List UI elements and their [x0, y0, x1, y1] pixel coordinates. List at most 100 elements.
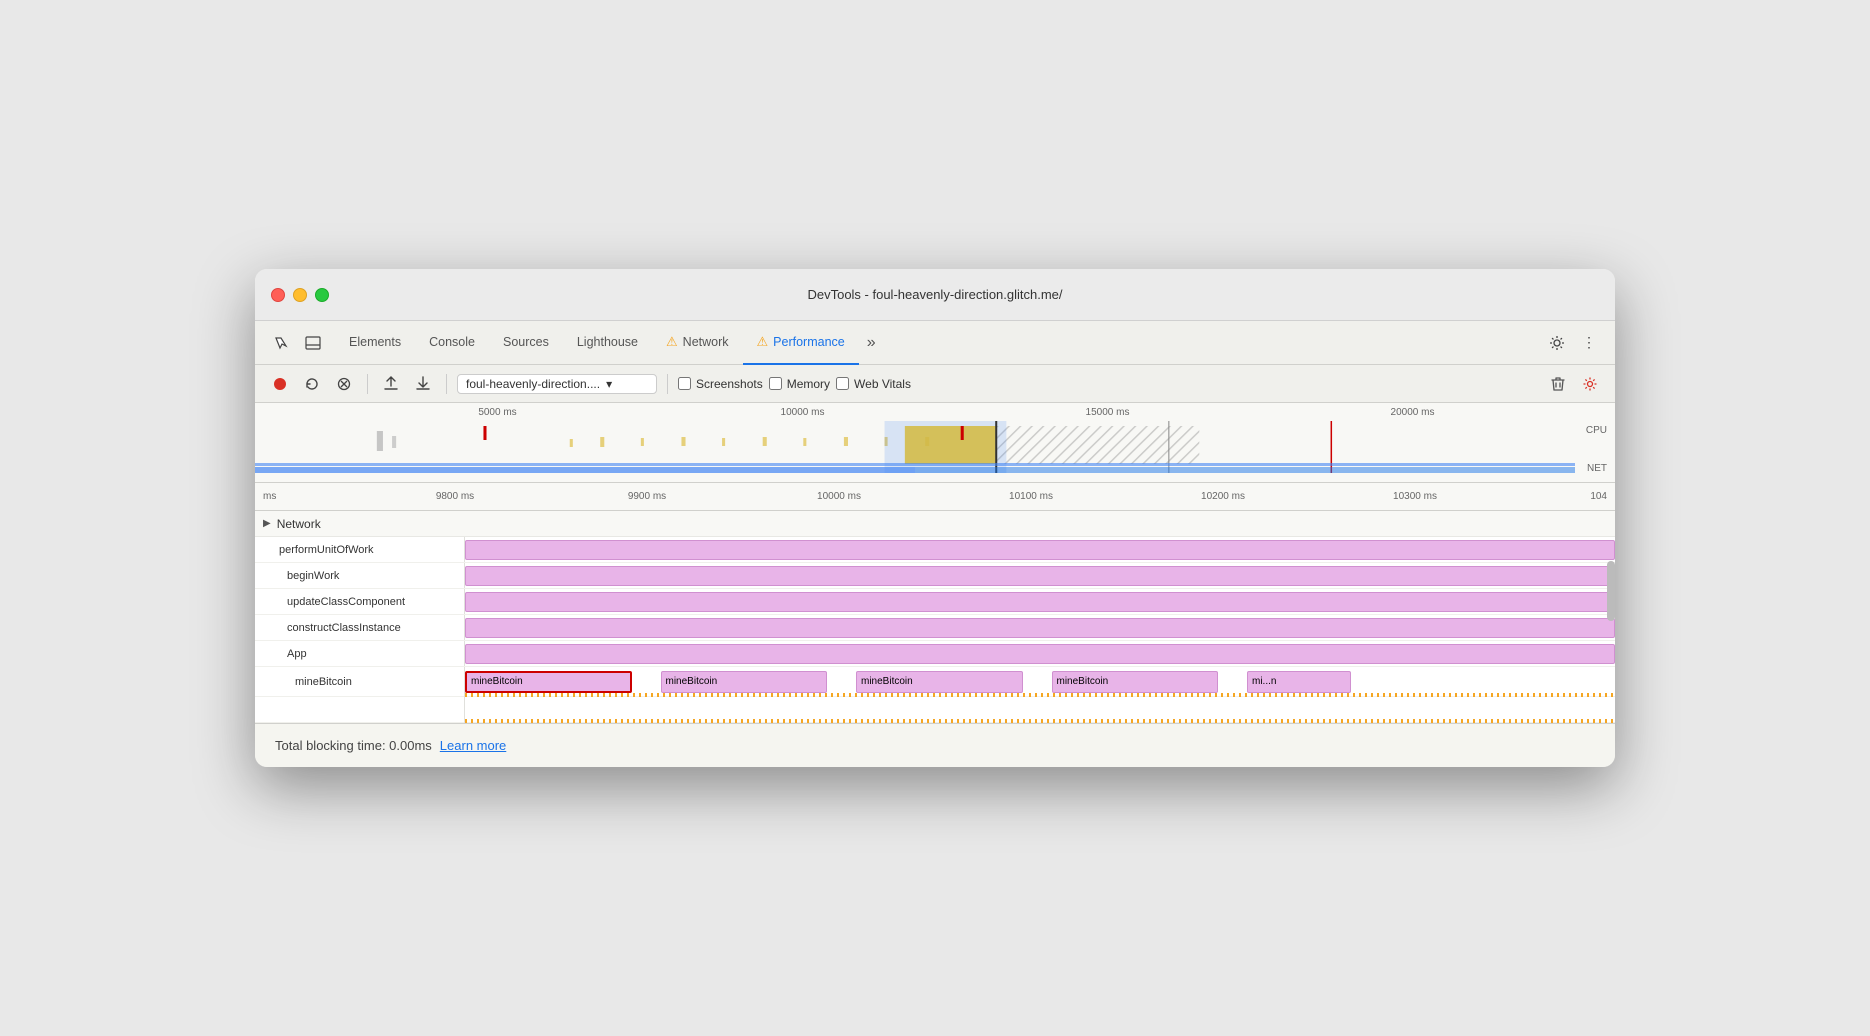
flame-label-App: App — [255, 641, 465, 666]
flame-label-text-performUnitOfWork: performUnitOfWork — [271, 544, 374, 556]
flame-label-text-updateClassComponent: updateClassComponent — [271, 596, 405, 608]
flame-label-text-constructClassInstance: constructClassInstance — [271, 622, 401, 634]
tab-elements[interactable]: Elements — [335, 321, 415, 365]
flame-row-mineBitcoin[interactable]: mineBitcoin mineBitcoin mineBitcoin mine… — [255, 667, 1615, 697]
time-mark-9900: 9900 ms — [551, 491, 743, 502]
flame-bar-mineBitcoin-5: mi...n — [1247, 671, 1351, 693]
screenshots-checkbox[interactable] — [678, 377, 691, 390]
memory-checkbox-group[interactable]: Memory — [769, 377, 830, 391]
yellow-ticks-2 — [465, 719, 1615, 723]
net-label: NET — [1587, 463, 1607, 474]
flame-label-performUnitOfWork: performUnitOfWork — [255, 537, 465, 562]
flame-row-empty-ticks — [255, 697, 1615, 723]
flame-bars-mineBitcoin: mineBitcoin mineBitcoin mineBitcoin mine… — [465, 667, 1615, 697]
learn-more-link[interactable]: Learn more — [440, 738, 506, 753]
toolbar-right-icons: ⋮ — [1543, 329, 1603, 357]
tab-performance-label: Performance — [773, 335, 845, 349]
cpu-label: CPU — [1586, 425, 1607, 436]
record-button[interactable] — [267, 371, 293, 397]
web-vitals-label: Web Vitals — [854, 377, 911, 391]
tab-sources[interactable]: Sources — [489, 321, 563, 365]
time-mark-10300: 10300 ms — [1319, 491, 1511, 502]
devtools-window: DevTools - foul-heavenly-direction.glitc… — [255, 269, 1615, 767]
time-mark-10100: 10100 ms — [935, 491, 1127, 502]
timeline-overview: 5000 ms 10000 ms 15000 ms 20000 ms CPU N… — [255, 403, 1615, 483]
flame-row-updateClassComponent[interactable]: updateClassComponent — [255, 589, 1615, 615]
tab-lighthouse[interactable]: Lighthouse — [563, 321, 652, 365]
flame-label-updateClassComponent: updateClassComponent — [255, 589, 465, 614]
title-bar: DevTools - foul-heavenly-direction.glitc… — [255, 269, 1615, 321]
upload-icon[interactable] — [378, 371, 404, 397]
trash-icon[interactable] — [1545, 371, 1571, 397]
time-mark-9800: 9800 ms — [359, 491, 551, 502]
ruler-mark-20000: 20000 ms — [1260, 407, 1565, 418]
flame-bars-empty — [465, 697, 1615, 723]
settings-icon[interactable] — [1543, 329, 1571, 357]
minimize-button[interactable] — [293, 288, 307, 302]
performance-warning-icon: ⚠ — [757, 334, 769, 350]
memory-checkbox[interactable] — [769, 377, 782, 390]
download-icon[interactable] — [410, 371, 436, 397]
flame-row-performUnitOfWork[interactable]: performUnitOfWork — [255, 537, 1615, 563]
network-warning-icon: ⚠ — [666, 334, 678, 350]
tab-bar-tabs: Elements Console Sources Lighthouse ⚠ Ne… — [335, 321, 1543, 365]
screenshots-label: Screenshots — [696, 377, 763, 391]
status-bar: Total blocking time: 0.00ms Learn more — [255, 723, 1615, 767]
more-options-icon[interactable]: ⋮ — [1575, 329, 1603, 357]
url-selector[interactable]: foul-heavenly-direction.... ▾ — [457, 374, 657, 394]
clear-button[interactable] — [331, 371, 357, 397]
maximize-button[interactable] — [315, 288, 329, 302]
tab-network-label: Network — [683, 335, 729, 349]
flamechart-container: ▶ Network performUnitOfWork beginWork — [255, 511, 1615, 723]
reload-button[interactable] — [299, 371, 325, 397]
url-dropdown-icon: ▾ — [606, 377, 612, 391]
tab-lighthouse-label: Lighthouse — [577, 335, 638, 349]
cursor-icon[interactable] — [267, 329, 295, 357]
flame-label-empty — [255, 697, 465, 723]
divider-2 — [446, 374, 447, 394]
network-section-label: Network — [277, 517, 321, 531]
action-bar: foul-heavenly-direction.... ▾ Screenshot… — [255, 365, 1615, 403]
ruler-mark-15000: 15000 ms — [955, 407, 1260, 418]
close-button[interactable] — [271, 288, 285, 302]
memory-label: Memory — [787, 377, 830, 391]
blocking-time-text: Total blocking time: 0.00ms — [275, 738, 432, 753]
flame-bar-App — [465, 644, 1615, 664]
divider-3 — [667, 374, 668, 394]
tab-more-button[interactable]: » — [859, 321, 884, 365]
tab-network[interactable]: ⚠ Network — [652, 321, 743, 365]
screenshots-checkbox-group[interactable]: Screenshots — [678, 377, 763, 391]
flame-bar-mineBitcoin-selected: mineBitcoin — [465, 671, 632, 693]
time-mark-10200: 10200 ms — [1127, 491, 1319, 502]
network-triangle-icon[interactable]: ▶ — [263, 518, 271, 529]
flame-bar-updateClassComponent — [465, 592, 1615, 612]
flame-bars-beginWork — [465, 563, 1615, 588]
window-title: DevTools - foul-heavenly-direction.glitc… — [807, 287, 1062, 302]
tab-console[interactable]: Console — [415, 321, 489, 365]
flame-bars-constructClassInstance — [465, 615, 1615, 640]
traffic-lights — [271, 288, 329, 302]
detail-time-ruler: ms 9800 ms 9900 ms 10000 ms 10100 ms 102… — [255, 483, 1615, 511]
flame-bars-performUnitOfWork — [465, 537, 1615, 562]
time-mark-104: 104 — [1511, 491, 1607, 502]
perf-settings-icon[interactable] — [1577, 371, 1603, 397]
scrollbar-thumb[interactable] — [1607, 561, 1615, 621]
flame-row-constructClassInstance[interactable]: constructClassInstance — [255, 615, 1615, 641]
dock-icon[interactable] — [299, 329, 327, 357]
time-mark-10000: 10000 ms — [743, 491, 935, 502]
mine-bitcoin-label-5: mi...n — [1252, 676, 1276, 687]
flame-row-beginWork[interactable]: beginWork — [255, 563, 1615, 589]
web-vitals-checkbox[interactable] — [836, 377, 849, 390]
network-section-header[interactable]: ▶ Network — [255, 511, 1615, 537]
ruler-mark-5000: 5000 ms — [345, 407, 650, 418]
tab-performance[interactable]: ⚠ Performance — [743, 321, 859, 365]
flame-bar-beginWork — [465, 566, 1615, 586]
flame-bar-mineBitcoin-2: mineBitcoin — [661, 671, 828, 693]
url-value: foul-heavenly-direction.... — [466, 377, 600, 391]
ruler-mark-10000: 10000 ms — [650, 407, 955, 418]
tab-bar: Elements Console Sources Lighthouse ⚠ Ne… — [255, 321, 1615, 365]
flame-bar-constructClassInstance — [465, 618, 1615, 638]
web-vitals-checkbox-group[interactable]: Web Vitals — [836, 377, 911, 391]
flame-row-App[interactable]: App — [255, 641, 1615, 667]
flame-bar-mineBitcoin-4: mineBitcoin — [1052, 671, 1219, 693]
